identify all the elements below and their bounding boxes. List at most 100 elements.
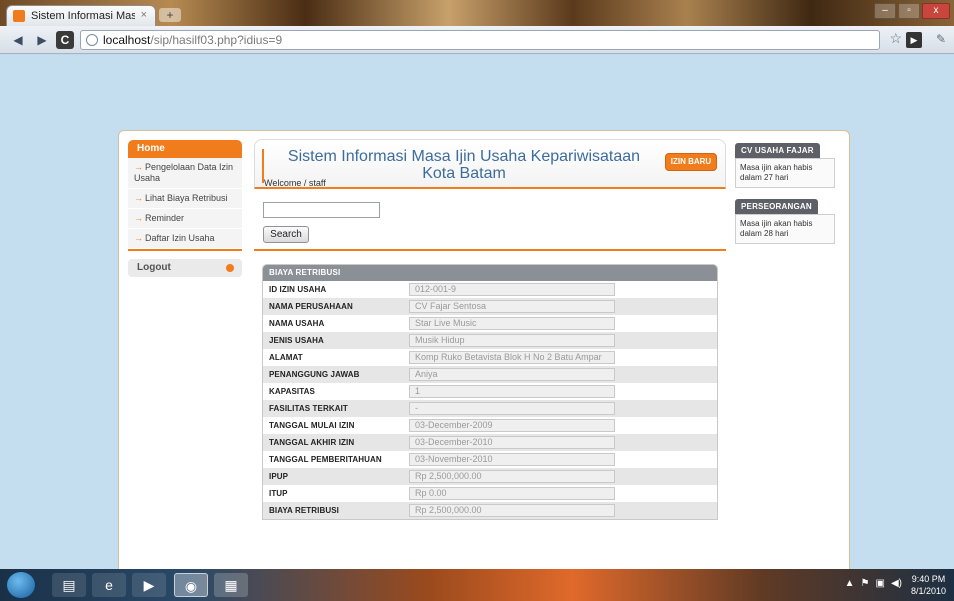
table-row: FASILITAS TERKAIT -	[263, 400, 717, 417]
row-label: NAMA USAHA	[269, 319, 325, 328]
minimize-button[interactable]: –	[874, 3, 896, 19]
table-row: NAMA USAHA Star Live Music	[263, 315, 717, 332]
table-row: TANGGAL MULAI IZIN 03-December-2009	[263, 417, 717, 434]
chrome-icon[interactable]: ◉	[174, 573, 208, 597]
arrow-icon: →	[134, 213, 143, 223]
menu-item-label: Lihat Biaya Retribusi	[145, 193, 228, 203]
menu-item-label: Daftar Izin Usaha	[145, 233, 215, 243]
row-label: TANGGAL MULAI IZIN	[269, 421, 355, 430]
table-row: ALAMAT Komp Ruko Betavista Blok H No 2 Ba…	[263, 349, 717, 366]
browser-toolbar: ◀ ▶ C localhost/sip/hasilf03.php?idius=9…	[0, 26, 954, 54]
app-window-icon[interactable]: ▦	[214, 573, 248, 597]
url-text[interactable]: localhost/sip/hasilf03.php?idius=9	[103, 33, 282, 47]
site-header: Sistem Informasi Masa Ijin Usaha Kepariw…	[254, 139, 726, 189]
tab-close-icon[interactable]: ×	[141, 9, 147, 21]
arrow-icon: →	[134, 162, 143, 172]
maximize-button[interactable]: ▫	[898, 3, 920, 19]
row-value-field: CV Fajar Sentosa	[409, 300, 615, 313]
table-row: PENANGGUNG JAWAB Aniya	[263, 366, 717, 383]
row-label: PENANGGUNG JAWAB	[269, 370, 360, 379]
table-row: TANGGAL AKHIR IZIN 03-December-2010	[263, 434, 717, 451]
search-divider	[254, 249, 726, 251]
row-label: ALAMAT	[269, 353, 303, 362]
volume-icon[interactable]: ◀)	[891, 578, 902, 589]
address-bar[interactable]: localhost/sip/hasilf03.php?idius=9	[80, 30, 880, 50]
notice-title: PERSEORANGAN	[735, 199, 818, 214]
browser-tab[interactable]: Sistem Informasi Masa Iji... ×	[6, 5, 156, 26]
notice-card: CV USAHA FAJAR Masa ijin akan habis dala…	[735, 140, 835, 188]
menu-home[interactable]: Home	[128, 140, 242, 158]
table-body: ID IZIN USAHA 012-001-9 NAMA PERUSAHAAN CV …	[263, 281, 717, 519]
clock-time: 9:40 PM	[911, 574, 946, 584]
wrench-icon[interactable]: ✎	[936, 32, 946, 46]
row-value-field: Musik Hidup	[409, 334, 615, 347]
row-label: FASILITAS TERKAIT	[269, 404, 348, 413]
table-title: BIAYA RETRIBUSI	[263, 265, 717, 281]
back-arrow-icon[interactable]: ◀	[6, 31, 30, 49]
table-row: IPUP Rp 2,500,000.00	[263, 468, 717, 485]
row-value-field: 03-December-2010	[409, 436, 615, 449]
izin-baru-button[interactable]: IZIN BARU	[665, 153, 717, 171]
browser-tab-bar: Sistem Informasi Masa Iji... × + – ▫ x	[0, 0, 954, 26]
table-row: ITUP Rp 0.00	[263, 485, 717, 502]
menu-item-reminder[interactable]: → Reminder	[128, 209, 242, 229]
arrow-icon: →	[134, 193, 143, 203]
notice-sidebar: CV USAHA FAJAR Masa ijin akan habis dala…	[735, 140, 835, 252]
row-value-field: 1	[409, 385, 615, 398]
row-value-field: Star Live Music	[409, 317, 615, 330]
notice-title: CV USAHA FAJAR	[735, 143, 820, 158]
start-button[interactable]	[6, 571, 36, 599]
row-value-field: Rp 2,500,000.00	[409, 470, 615, 483]
row-label: IPUP	[269, 472, 289, 481]
close-window-button[interactable]: x	[922, 3, 950, 19]
row-value-field: -	[409, 402, 615, 415]
row-value-field: Rp 2,500,000.00	[409, 504, 615, 517]
notice-text: Masa ijin akan habis dalam 27 hari	[735, 158, 835, 188]
row-label: TANGGAL AKHIR IZIN	[269, 438, 355, 447]
logout-button[interactable]: Logout	[128, 259, 242, 277]
logout-icon	[226, 264, 234, 272]
menu-item-label: Reminder	[145, 213, 185, 223]
row-value-field: 03-November-2010	[409, 453, 615, 466]
forward-arrow-icon[interactable]: ▶	[32, 31, 52, 49]
page-menu-icon[interactable]: ▶	[906, 32, 922, 48]
internet-explorer-icon[interactable]: e	[92, 573, 126, 597]
network-icon[interactable]: ▣	[876, 578, 885, 589]
url-host: localhost	[103, 33, 151, 47]
bookmark-star-icon[interactable]: ☆	[889, 30, 902, 47]
menu-item-biaya-retribusi[interactable]: → Lihat Biaya Retribusi	[128, 189, 242, 209]
tray-arrow-icon[interactable]: ▲	[845, 578, 855, 589]
row-label: JENIS USAHA	[269, 336, 324, 345]
notice-text: Masa ijin akan habis dalam 28 hari	[735, 214, 835, 244]
row-value-field: 03-December-2009	[409, 419, 615, 432]
welcome-text: Welcome / staff	[264, 178, 326, 188]
notice-card: PERSEORANGAN Masa ijin akan habis dalam …	[735, 196, 835, 244]
menu-item-daftar-izin[interactable]: → Daftar Izin Usaha	[128, 229, 242, 249]
table-row: ID IZIN USAHA 012-001-9	[263, 281, 717, 298]
row-label: KAPASITAS	[269, 387, 315, 396]
row-value-field: 012-001-9	[409, 283, 615, 296]
table-row: NAMA PERUSAHAAN CV Fajar Sentosa	[263, 298, 717, 315]
left-menu: Home → Pengelolaan Data Izin Usaha → Lihat…	[128, 140, 242, 277]
media-player-icon[interactable]: ▶	[132, 573, 166, 597]
url-path: /sip/hasilf03.php?idius=9	[150, 33, 283, 47]
new-tab-button[interactable]: +	[159, 8, 181, 22]
table-row: KAPASITAS 1	[263, 383, 717, 400]
folder-icon[interactable]: ▤	[52, 573, 86, 597]
row-label: ITUP	[269, 489, 288, 498]
main-content: Sistem Informasi Masa Ijin Usaha Kepariw…	[254, 139, 726, 520]
row-label: NAMA PERUSAHAAN	[269, 302, 353, 311]
flag-icon[interactable]: ⚑	[861, 578, 870, 589]
search-button[interactable]: Search	[263, 226, 309, 243]
table-row: TANGGAL PEMBERITAHUAN 03-November-2010	[263, 451, 717, 468]
clock[interactable]: 9:40 PM 8/1/2010	[911, 573, 946, 597]
favicon-icon	[13, 10, 25, 22]
site-title: Sistem Informasi Masa Ijin Usaha Kepariw…	[287, 148, 641, 182]
reload-icon[interactable]: C	[56, 31, 74, 49]
row-label: ID IZIN USAHA	[269, 285, 327, 294]
biaya-retribusi-table: BIAYA RETRIBUSI ID IZIN USAHA 012-001-9 NA…	[262, 264, 718, 520]
search-input[interactable]	[263, 202, 380, 218]
row-label: TANGGAL PEMBERITAHUAN	[269, 455, 382, 464]
menu-item-pengelolaan[interactable]: → Pengelolaan Data Izin Usaha	[128, 158, 242, 189]
table-row: BIAYA RETRIBUSI Rp 2,500,000.00	[263, 502, 717, 519]
